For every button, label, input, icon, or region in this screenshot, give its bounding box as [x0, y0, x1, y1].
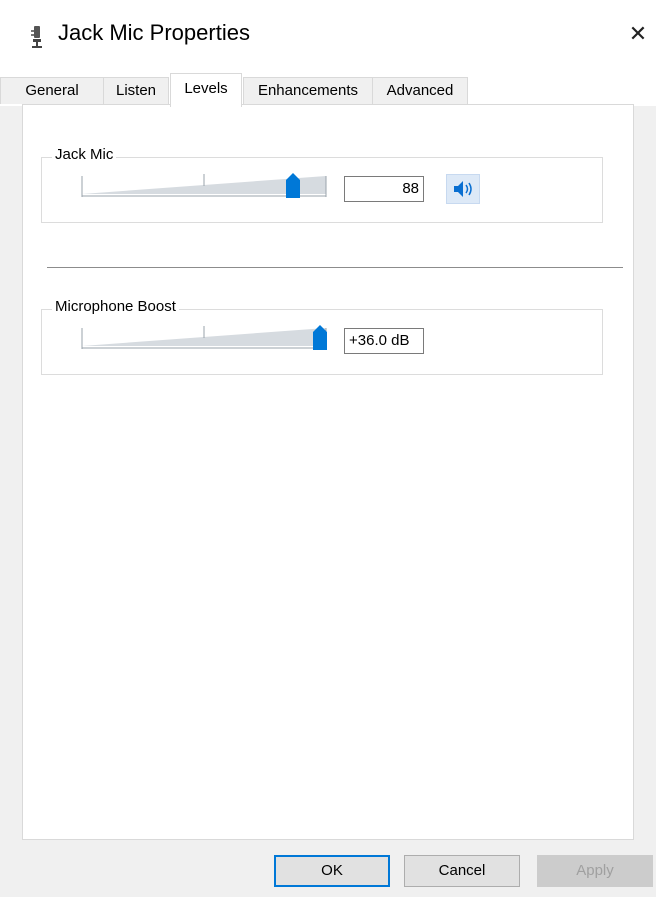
title-bar: Jack Mic Properties ✕	[0, 0, 656, 70]
tab-enhancements[interactable]: Enhancements	[243, 77, 373, 104]
tab-listen[interactable]: Listen	[103, 77, 169, 104]
jack-mic-value-field[interactable]: 88	[344, 176, 424, 202]
microphone-boost-group: Microphone Boost +36.0 dB	[41, 298, 603, 375]
microphone-icon	[31, 26, 42, 48]
window-title: Jack Mic Properties	[58, 20, 250, 45]
apply-button[interactable]: Apply	[537, 855, 653, 887]
jack-mic-group: Jack Mic 88	[41, 146, 603, 223]
mute-button[interactable]	[446, 174, 480, 204]
levels-panel: Jack Mic 88 Microphone Boost +36.0 dB	[22, 104, 634, 840]
microphone-boost-value-field[interactable]: +36.0 dB	[344, 328, 424, 354]
jack-mic-slider[interactable]	[80, 172, 330, 200]
microphone-boost-label: Microphone Boost	[52, 298, 179, 315]
close-icon: ✕	[628, 21, 648, 46]
speaker-icon	[454, 181, 472, 197]
tab-general[interactable]: General	[0, 77, 104, 104]
jack-mic-label: Jack Mic	[52, 146, 117, 163]
jack-mic-slider-thumb[interactable]	[286, 173, 300, 198]
microphone-boost-value: +36.0 dB	[349, 332, 410, 349]
tab-levels[interactable]: Levels	[170, 73, 242, 107]
tab-strip: General Listen Levels Enhancements Advan…	[0, 70, 656, 107]
cancel-button[interactable]: Cancel	[404, 855, 520, 887]
close-button[interactable]: ✕	[620, 14, 656, 54]
jack-mic-value: 88	[402, 180, 419, 197]
ok-button[interactable]: OK	[274, 855, 390, 887]
microphone-boost-slider[interactable]	[80, 324, 330, 352]
separator-line	[47, 267, 623, 268]
tab-advanced[interactable]: Advanced	[372, 77, 468, 104]
